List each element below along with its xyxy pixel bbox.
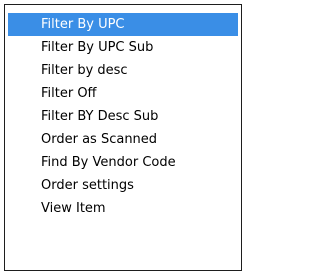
menu-item-filter-by-upc-sub[interactable]: Filter By UPC Sub (8, 36, 238, 59)
menu-item-filter-by-upc[interactable]: Filter By UPC (8, 13, 238, 36)
context-menu: Filter By UPC Filter By UPC Sub Filter b… (4, 4, 242, 271)
menu-item-find-by-vendor-code[interactable]: Find By Vendor Code (8, 151, 238, 174)
menu-item-order-as-scanned[interactable]: Order as Scanned (8, 128, 238, 151)
menu-item-view-item[interactable]: View Item (8, 197, 238, 220)
menu-item-filter-by-desc-sub[interactable]: Filter BY Desc Sub (8, 105, 238, 128)
menu-item-filter-off[interactable]: Filter Off (8, 82, 238, 105)
menu-item-filter-by-desc[interactable]: Filter by desc (8, 59, 238, 82)
menu-item-order-settings[interactable]: Order settings (8, 174, 238, 197)
